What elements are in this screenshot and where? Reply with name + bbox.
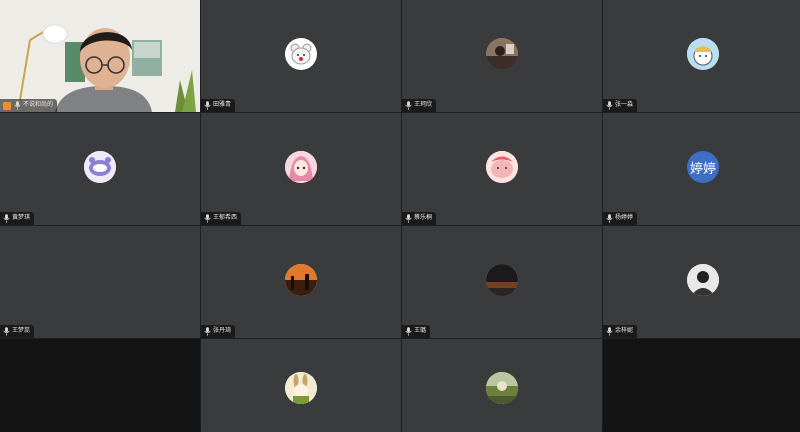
participant-name: 田雅青 <box>213 102 232 108</box>
participant-name-bar: 蔡乐桐 <box>402 212 437 225</box>
cartoon-cat-icon <box>84 151 116 183</box>
participant-name: 王梦蕊 <box>12 328 31 334</box>
night-photo-icon <box>486 264 518 296</box>
bear-icon <box>285 38 317 70</box>
microphone-icon <box>204 214 211 223</box>
microphone-icon <box>606 101 613 110</box>
participant-name: 黄梦琪 <box>12 215 31 221</box>
cartoon-avatar-icon <box>687 38 719 70</box>
bunny-illustration-icon <box>285 371 317 404</box>
participant-name: 王郁希西 <box>213 215 238 221</box>
participant-name-bar: 张一淼 <box>603 99 638 112</box>
bw-photo-icon <box>687 264 719 296</box>
participant-name: 王璐 <box>414 328 427 334</box>
anime-girl-icon <box>285 151 317 183</box>
host-icon <box>3 101 11 110</box>
participant-tile[interactable] <box>402 339 602 432</box>
participant-name: 杨婷婷 <box>615 215 634 221</box>
participant-name: 王珂欣 <box>414 102 433 108</box>
photo-avatar-icon <box>486 38 518 70</box>
participant-name-bar: 王梦蕊 <box>0 325 35 338</box>
participant-name: 张丹琦 <box>213 328 232 334</box>
participant-tile[interactable]: 王璐 <box>402 226 602 338</box>
participant-name-bar: 杨婷婷 <box>603 212 638 225</box>
microphone-icon <box>204 327 211 336</box>
participant-tile[interactable]: 黄梦琪 <box>0 113 200 225</box>
participant-name: 不说和尚的 <box>23 102 54 108</box>
microphone-icon <box>405 101 412 110</box>
participant-name-bar: 王珂欣 <box>402 99 437 112</box>
participant-tile[interactable]: 婷婷 杨婷婷 <box>603 113 800 225</box>
participant-name-bar: 黄梦琪 <box>0 212 35 225</box>
microphone-icon <box>3 214 10 223</box>
participant-tile[interactable]: 张一淼 <box>603 0 800 112</box>
microphone-icon <box>204 101 211 110</box>
participant-tile[interactable]: 田雅青 <box>201 0 401 112</box>
participant-name-bar: 张丹琦 <box>201 325 236 338</box>
microphone-icon <box>405 214 412 223</box>
video-grid: 不说和尚的 田雅青 王珂欣 张一淼 黄梦琪 王郁希西 蔡乐桐 婷婷 杨婷婷 王梦… <box>0 0 800 432</box>
participant-name: 张一淼 <box>615 102 634 108</box>
empty-tile <box>0 339 200 432</box>
participant-name: 余梓妮 <box>615 328 634 334</box>
participant-name-bar: 田雅青 <box>201 99 236 112</box>
text-avatar: 婷婷 <box>687 151 719 183</box>
participant-tile[interactable]: 王梦蕊 <box>0 226 200 338</box>
participant-tile[interactable] <box>201 339 401 432</box>
microphone-icon <box>405 327 412 336</box>
participant-name-bar: 王郁希西 <box>201 212 242 225</box>
microphone-icon <box>14 101 21 110</box>
microphone-icon <box>606 214 613 223</box>
microphone-icon <box>3 327 10 336</box>
participant-tile[interactable]: 张丹琦 <box>201 226 401 338</box>
participant-name-bar: 王璐 <box>402 325 431 338</box>
sunset-photo-icon <box>285 264 317 296</box>
landscape-photo-icon <box>486 371 518 404</box>
participant-tile[interactable]: 余梓妮 <box>603 226 800 338</box>
participant-tile-video[interactable]: 不说和尚的 <box>0 0 200 112</box>
microphone-icon <box>606 327 613 336</box>
participant-tile[interactable]: 蔡乐桐 <box>402 113 602 225</box>
participant-tile[interactable]: 王珂欣 <box>402 0 602 112</box>
pink-pig-icon <box>486 151 518 183</box>
participant-name-bar: 余梓妮 <box>603 325 638 338</box>
participant-name-bar: 不说和尚的 <box>0 99 58 112</box>
participant-name: 蔡乐桐 <box>414 215 433 221</box>
participant-video-feed <box>0 0 200 112</box>
empty-tile <box>603 339 800 432</box>
participant-tile[interactable]: 王郁希西 <box>201 113 401 225</box>
